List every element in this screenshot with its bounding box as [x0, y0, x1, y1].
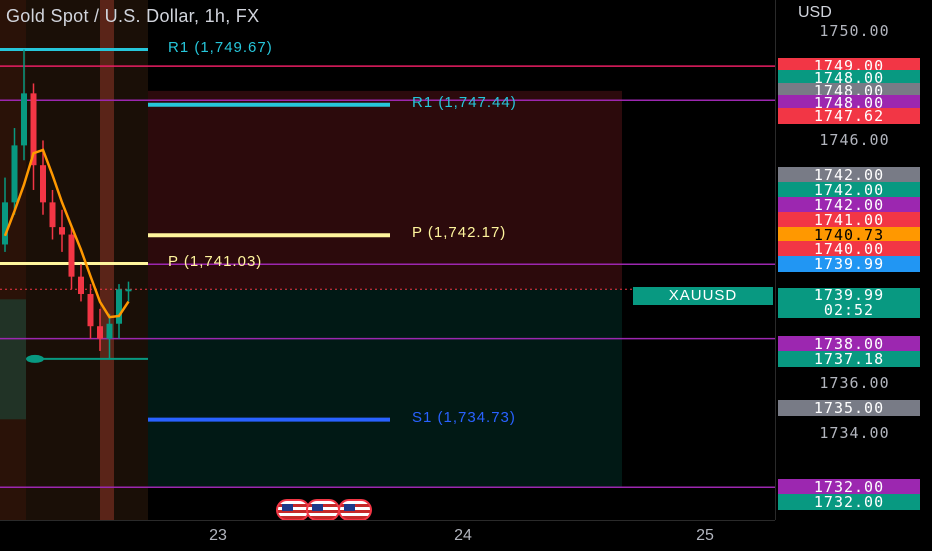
price-tick-label: 1736.00	[819, 374, 890, 393]
time-tick-label: 24	[454, 527, 472, 544]
candle-body	[97, 326, 103, 339]
history-profit-shade	[0, 299, 26, 420]
pivot-label-p: P (1,742.17)	[412, 224, 507, 242]
candle-body	[125, 289, 132, 292]
candle-body	[2, 202, 8, 245]
candle-body	[106, 323, 113, 339]
candle-body	[40, 165, 46, 203]
symbol-tag: XAUUSD	[633, 287, 773, 305]
price-scale[interactable]: USD 1739.99 02:52 1750.00 1749.00 1748.00 1…	[775, 0, 932, 520]
price-tag: 1747.62	[778, 107, 920, 124]
time-scale[interactable]: 23 24 25	[0, 520, 775, 551]
session-shade	[0, 0, 26, 520]
candle-body	[11, 145, 18, 203]
candle-body	[87, 294, 94, 327]
bar-countdown: 02:52	[823, 301, 875, 319]
pivot-label-r1-old: R1 (1,749.67)	[168, 38, 273, 56]
pivot-label-r1: R1 (1,747.44)	[412, 93, 517, 111]
price-tick-label: 1746.00	[819, 131, 890, 150]
candle-body	[49, 202, 56, 228]
low-marker-dot	[26, 354, 44, 363]
highlight-column	[100, 0, 114, 520]
price-tag: 1732.00	[778, 494, 920, 511]
us-flag-icon[interactable]	[306, 499, 340, 520]
price-tag: 1737.18	[778, 350, 920, 367]
chart-canvas[interactable]	[0, 0, 775, 520]
chart-title: Gold Spot / U.S. Dollar, 1h, FX	[6, 6, 260, 26]
chart-plot-area[interactable]: Gold Spot / U.S. Dollar, 1h, FX XAUUSD R…	[0, 0, 775, 520]
price-tag: 1739.99	[778, 256, 920, 273]
position-profit-zone	[148, 289, 622, 488]
pivot-label-p-old: P (1,741.03)	[168, 252, 263, 270]
us-flag-icon[interactable]	[338, 499, 372, 520]
price-tick-label: 1734.00	[819, 423, 890, 442]
us-flag-icon[interactable]	[276, 499, 310, 520]
price-tick-label: 1750.00	[819, 22, 890, 41]
pivot-label-s1: S1 (1,734.73)	[412, 408, 516, 426]
time-tick-label: 25	[696, 527, 714, 544]
candle-body	[68, 234, 75, 277]
candle-body	[78, 276, 84, 295]
currency-label: USD	[798, 4, 832, 21]
axis-corner	[775, 520, 932, 550]
candle-body	[116, 289, 122, 324]
price-tag: 1735.00	[778, 399, 920, 416]
time-tick-label: 23	[209, 527, 227, 544]
last-price-tag: 1739.99 02:52	[778, 288, 920, 318]
candle-body	[21, 93, 27, 146]
candle-body	[59, 227, 65, 235]
